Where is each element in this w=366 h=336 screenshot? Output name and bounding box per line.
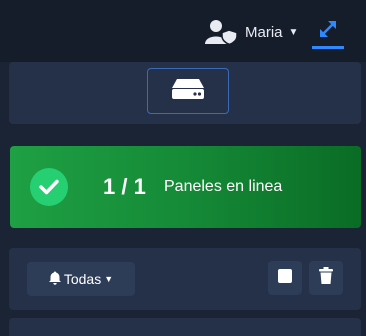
next-panel — [9, 318, 361, 336]
chevron-down-icon: ▼ — [104, 274, 114, 284]
panels-online-label: Paneles en linea — [164, 178, 283, 195]
server-drive-icon — [171, 78, 205, 105]
square-icon — [278, 268, 292, 288]
user-menu[interactable]: Maria ▼ — [205, 18, 298, 46]
alerts-filter-dropdown[interactable]: Todas ▼ — [27, 262, 135, 296]
user-shield-icon — [205, 19, 239, 45]
bell-icon — [48, 271, 61, 288]
chevron-down-icon: ▼ — [288, 26, 299, 38]
stop-button[interactable] — [268, 261, 302, 295]
top-bar: Maria ▼ — [0, 0, 366, 62]
alerts-filter-label: Todas — [63, 271, 102, 287]
check-circle-icon — [30, 168, 68, 206]
user-name[interactable]: Maria — [245, 24, 283, 41]
trash-icon — [319, 267, 333, 289]
delete-button[interactable] — [309, 261, 343, 295]
server-button[interactable] — [147, 68, 229, 114]
panels-online-card: 1 / 1 Paneles en linea — [10, 146, 361, 228]
server-panel — [9, 62, 361, 124]
alerts-toolbar: Todas ▼ — [9, 248, 361, 310]
panels-count: 1 / 1 — [103, 174, 146, 199]
expand-button[interactable] — [312, 16, 344, 49]
expand-arrows-icon — [318, 19, 338, 44]
